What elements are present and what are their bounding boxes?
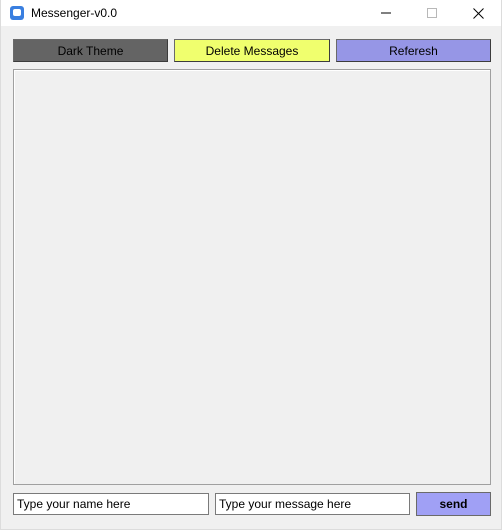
- title-bar: Messenger-v0.0: [1, 0, 501, 26]
- messages-area[interactable]: [13, 69, 491, 485]
- messenger-window: Messenger-v0.0 Dark Theme Delete Message…: [0, 0, 502, 530]
- message-input[interactable]: [215, 493, 410, 515]
- minimize-icon: [381, 12, 391, 14]
- close-button[interactable]: [455, 0, 501, 26]
- dark-theme-button[interactable]: Dark Theme: [13, 39, 168, 62]
- minimize-button[interactable]: [363, 0, 409, 26]
- maximize-icon: [427, 8, 437, 18]
- refresh-button[interactable]: Referesh: [336, 39, 491, 62]
- window-title: Messenger-v0.0: [31, 6, 118, 20]
- app-icon: [10, 6, 24, 20]
- name-input[interactable]: [13, 493, 209, 515]
- close-icon: [472, 7, 484, 19]
- window-controls: [363, 0, 501, 26]
- maximize-button[interactable]: [409, 0, 455, 26]
- send-button[interactable]: send: [416, 492, 491, 516]
- delete-messages-button[interactable]: Delete Messages: [174, 39, 330, 62]
